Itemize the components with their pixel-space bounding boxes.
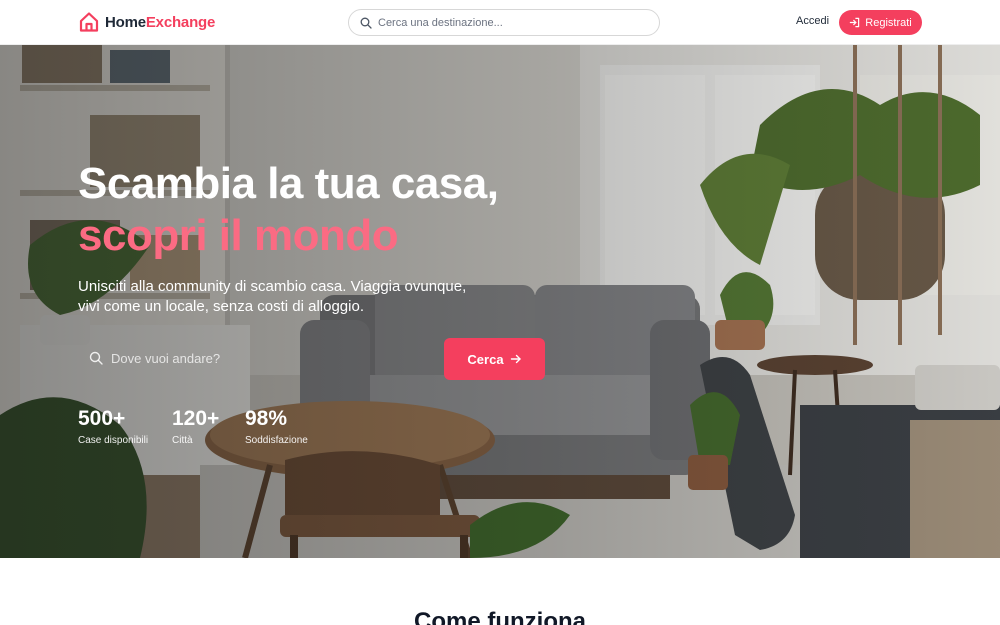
hero-subtitle: Unisciti alla community di scambio casa.… <box>78 278 467 315</box>
hero-title-line2: scopri il mondo <box>78 211 399 260</box>
hero-search-input[interactable] <box>111 350 411 366</box>
stat-value: 500+ <box>78 407 126 430</box>
stat-homes: 500+ Case disponibili <box>78 407 148 448</box>
hero-search-field[interactable] <box>78 342 438 374</box>
register-button-label: Registrati <box>865 16 912 29</box>
search-button[interactable]: Cerca <box>444 338 545 380</box>
stat-label: Case disponibili <box>78 435 149 446</box>
hero-title-line1: Scambia la tua casa, <box>78 159 499 208</box>
hero-section: Scambia la tua casa, scopri il mondo Uni… <box>0 45 1000 558</box>
search-icon <box>360 17 372 29</box>
stat-label: Città <box>172 435 193 446</box>
brand-name-home: Home <box>105 13 146 31</box>
how-it-works-heading: Come funziona <box>414 608 586 625</box>
stat-value: 98% <box>245 407 288 430</box>
stat-satisfaction: 98% Soddisfazione <box>245 407 308 448</box>
brand-name-exchange: Exchange <box>145 13 216 31</box>
brand-name: HomeExchange <box>105 14 215 31</box>
stat-label: Soddisfazione <box>245 435 308 446</box>
destination-search-input[interactable] <box>378 16 648 29</box>
search-icon <box>89 351 103 365</box>
house-icon <box>79 12 99 32</box>
brand-logo[interactable]: HomeExchange <box>79 10 215 34</box>
destination-search-bar[interactable] <box>348 9 660 36</box>
stat-cities: 120+ Città <box>172 407 219 448</box>
register-button[interactable]: Registrati <box>839 10 922 35</box>
arrow-right-icon <box>510 354 521 364</box>
top-navbar: HomeExchange Accedi Registrati <box>0 0 1000 45</box>
login-arrow-icon <box>850 17 860 28</box>
login-link[interactable]: Accedi <box>796 15 829 27</box>
search-button-label: Cerca <box>467 351 504 367</box>
stat-value: 120+ <box>172 407 220 430</box>
